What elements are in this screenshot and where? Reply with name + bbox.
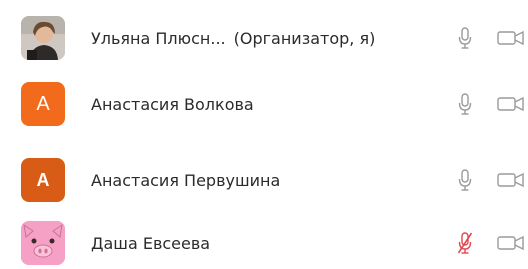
video-off-icon[interactable] [497,235,525,251]
participant-row[interactable]: Ульяна Плюсн... (Организатор, я) [0,13,528,63]
microphone-icon[interactable] [458,169,472,191]
participants-list: Ульяна Плюсн... (Организатор, я) A Анаста… [0,0,528,269]
microphone-muted-icon[interactable] [458,232,472,254]
participant-name: Анастасия Первушина [91,170,281,190]
video-off-icon[interactable] [497,30,525,46]
video-off-icon[interactable] [497,172,525,188]
avatar [21,221,65,265]
participant-name: Даша Евсеева [91,233,211,253]
user-photo-icon [21,16,65,60]
participant-row[interactable]: A Анастасия Волкова [0,79,528,129]
participant-role: (Организатор, я) [233,28,376,48]
microphone-icon[interactable] [458,27,472,49]
video-off-icon[interactable] [497,96,525,112]
microphone-icon[interactable] [458,93,472,115]
pig-avatar-icon [21,221,65,265]
avatar: A [21,158,65,202]
avatar-letter: A [36,169,50,190]
participant-row[interactable]: Даша Евсеева [0,218,528,268]
avatar-letter: A [36,92,50,115]
participant-name: Анастасия Волкова [91,94,254,114]
avatar [21,16,65,60]
avatar: A [21,82,65,126]
participant-row[interactable]: A Анастасия Первушина [0,155,528,205]
participant-name: Ульяна Плюсн... (Организатор, я) [91,28,376,48]
